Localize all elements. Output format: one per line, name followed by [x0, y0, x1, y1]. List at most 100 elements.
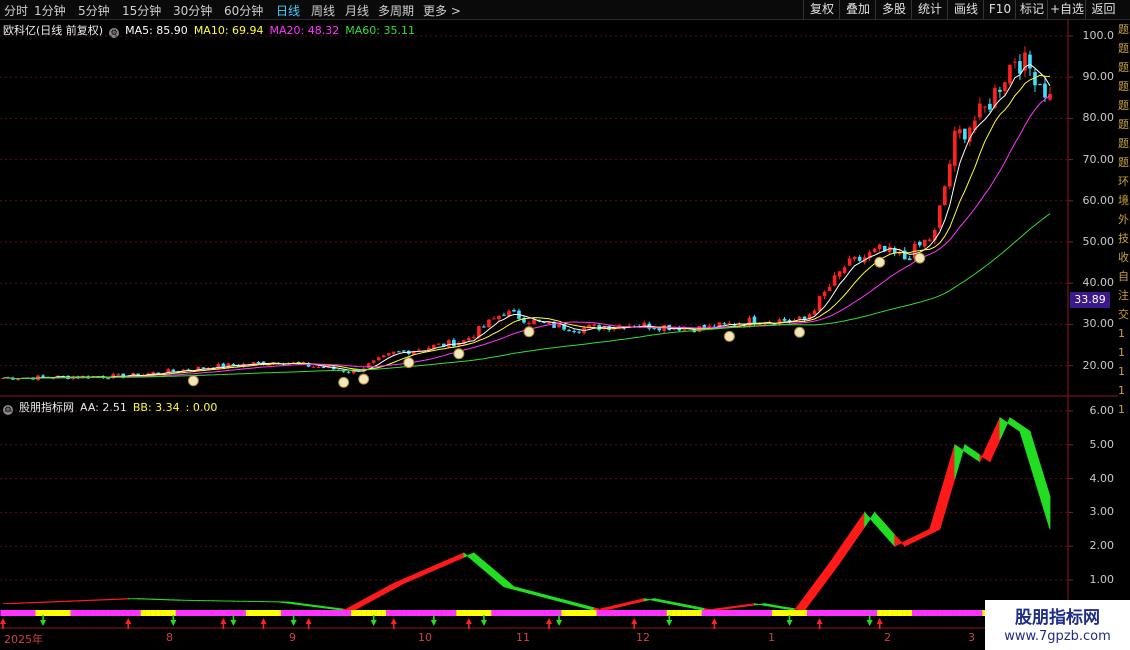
indicator-ribbon: [889, 528, 896, 548]
signal-strip: [902, 610, 908, 616]
signal-strip: [952, 610, 958, 616]
indicator-ribbon: [518, 587, 525, 593]
signal-strip: [711, 610, 717, 616]
candle-body: [837, 271, 842, 277]
sell-arrow-icon: [786, 615, 793, 626]
candle-body: [842, 267, 847, 273]
candle-body: [116, 373, 121, 375]
signal-strip: [796, 610, 803, 616]
signal-strip: [636, 610, 642, 616]
indicator-ribbon: [493, 568, 500, 584]
signal-strip: [656, 610, 662, 616]
signal-strip: [5, 610, 11, 616]
indicator-ribbon: [759, 603, 765, 606]
signal-strip: [401, 610, 407, 616]
signal-strip: [831, 610, 838, 616]
money-bag-icon: [723, 330, 735, 342]
signal-strip: [441, 610, 447, 616]
signal-strip: [125, 610, 131, 616]
signal-strip: [927, 610, 933, 616]
candle-body: [1013, 61, 1017, 63]
indicator-ribbon: [864, 511, 871, 529]
money-bag-icon: [358, 373, 370, 385]
indicator-ribbon: [403, 576, 410, 584]
signal-strip: [421, 610, 427, 616]
indicator-ribbon: [408, 574, 415, 582]
candle-body: [321, 367, 326, 369]
indicator-ribbon: [854, 518, 861, 543]
sell-arrow-icon: [866, 615, 873, 626]
indicator-ribbon: [358, 598, 365, 609]
watermark-url: www.7gpzb.com: [1004, 629, 1111, 644]
candle-body: [1003, 82, 1007, 92]
signal-strip: [200, 610, 206, 616]
price-tick-label: 100.0: [1082, 29, 1115, 42]
indicator-tick-label: 3.00: [1089, 505, 1115, 519]
indicator-ribbon: [293, 602, 299, 606]
signal-strip: [185, 610, 191, 616]
buy-arrow-icon: [125, 618, 132, 629]
signal-strip: [706, 610, 712, 616]
candle-body: [872, 248, 877, 253]
indicator-ribbon: [77, 599, 84, 602]
watermark-title: 股朋指标网: [1015, 608, 1100, 628]
candle-body: [467, 337, 471, 341]
signal-strip: [10, 610, 16, 616]
indicator-ribbon: [288, 601, 294, 605]
signal-strip: [531, 610, 537, 616]
indicator-ribbon: [423, 567, 430, 576]
signal-strip: [180, 610, 186, 616]
signal-strip: [30, 610, 36, 616]
sell-arrow-icon: [230, 615, 237, 626]
indicator-ribbon: [27, 602, 34, 604]
signal-strip: [130, 610, 136, 616]
indicator-ribbon: [784, 606, 790, 611]
indicator-ribbon: [458, 552, 465, 561]
indicator-ribbon: [543, 594, 550, 600]
indicator-ribbon: [919, 531, 926, 540]
signal-strip: [546, 610, 552, 616]
sell-arrow-icon: [370, 615, 377, 626]
indicator-ribbon: [879, 516, 886, 536]
indicator-ribbon: [117, 598, 124, 600]
candle-body: [231, 364, 236, 366]
candle-body: [497, 315, 501, 319]
indicator-ribbon: [914, 533, 921, 543]
indicator-ribbon: [348, 604, 355, 611]
indicator-ribbon: [398, 578, 405, 587]
indicator-ribbon: [683, 604, 690, 608]
candle-body: [922, 239, 927, 247]
indicator-ribbon: [648, 598, 655, 602]
indicator-ribbon: [613, 603, 620, 609]
signal-strip: [801, 610, 808, 616]
indicator-ribbon: [523, 588, 530, 594]
indicator-ribbon: [663, 600, 670, 605]
indicator-ribbon: [383, 585, 390, 595]
signal-strip: [361, 610, 367, 616]
signal-strip: [511, 610, 517, 616]
candle-body: [171, 369, 176, 372]
signal-strip: [631, 610, 637, 616]
signal-strip: [972, 610, 978, 616]
candle-body: [502, 314, 506, 316]
indicator-ribbon: [678, 603, 685, 607]
signal-strip: [105, 610, 111, 616]
buy-arrow-icon: [220, 618, 227, 629]
signal-strip: [70, 610, 76, 616]
candle-body: [1028, 54, 1032, 69]
candle-body: [386, 353, 391, 356]
candle-body: [942, 186, 947, 206]
signal-strip: [957, 610, 963, 616]
signal-strip: [300, 610, 307, 616]
indicator-ribbon: [939, 478, 946, 530]
indicator-ribbon: [739, 604, 745, 608]
indicator-ribbon: [57, 600, 64, 603]
signal-strip: [175, 610, 181, 616]
signal-strip: [310, 610, 317, 616]
indicator-ribbon: [97, 599, 104, 601]
indicator-ribbon: [774, 604, 780, 609]
signal-strip: [50, 610, 56, 616]
indicator-ribbon: [909, 535, 916, 545]
indicator-ribbon: [418, 569, 425, 578]
x-axis-label: 1: [768, 631, 775, 644]
